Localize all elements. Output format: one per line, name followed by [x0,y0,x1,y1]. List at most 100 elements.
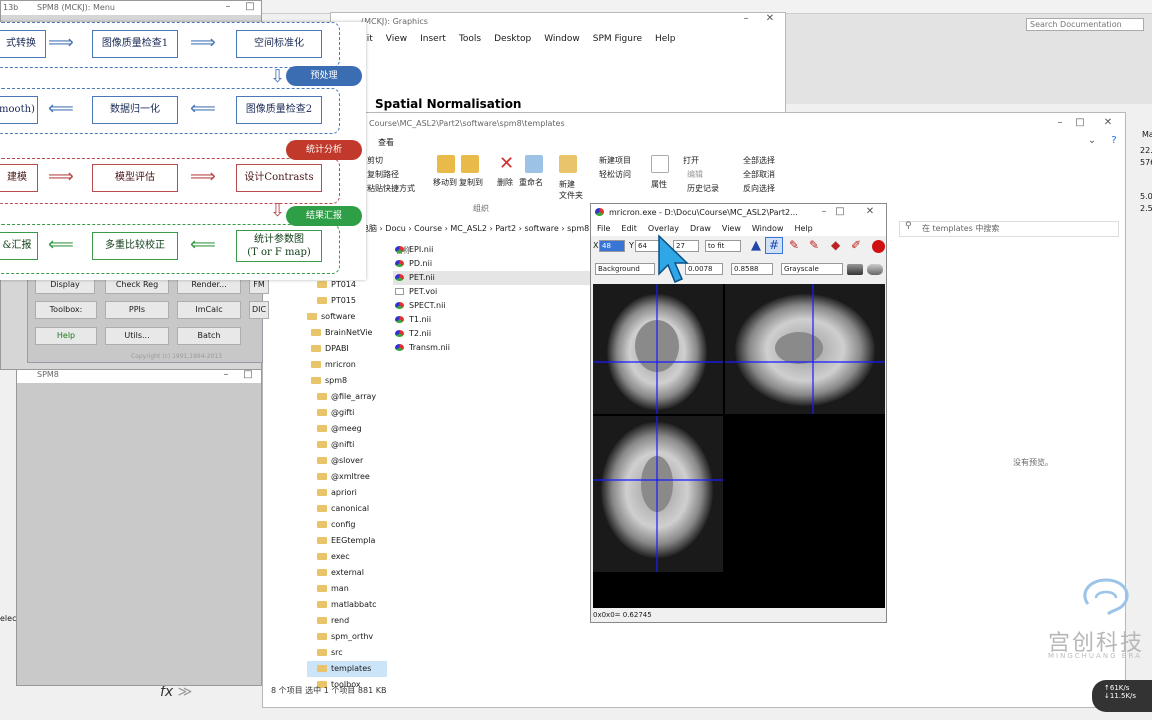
menu-tools[interactable]: Tools [459,31,481,47]
zoom-select[interactable]: to fit [705,240,741,252]
breadcrumb[interactable]: Part2 [495,224,516,233]
menu-window[interactable]: Window [544,31,580,47]
maximize-icon[interactable]: □ [829,206,851,217]
pen-tool-icon[interactable]: ✎ [809,238,819,252]
tree-item[interactable]: spm8 [307,373,387,389]
list-item[interactable]: T1.nii [393,313,593,327]
toolbox-select[interactable]: Toolbox: [35,301,97,319]
easy-access-button[interactable]: 轻松访问 [599,169,631,180]
select-all-button[interactable]: 全部选择 [743,155,775,166]
tree-item[interactable]: rend [307,613,387,629]
copy-path-button[interactable]: 复制路径 [367,169,399,180]
tree-item[interactable]: @slover [307,453,387,469]
menu-window[interactable]: Window [752,222,784,236]
triangle-icon[interactable]: ▲ [751,238,761,253]
tree-item[interactable]: mricron [307,357,387,373]
open-button[interactable]: 打开 [683,155,699,166]
breadcrumb[interactable]: Docu [385,224,406,233]
breadcrumb[interactable]: software [524,224,558,233]
breadcrumb[interactable]: Course [414,224,442,233]
layer-select[interactable]: Background [595,263,655,275]
copy-to-button[interactable]: 复制到 [459,177,483,188]
tree-item[interactable]: apriori [307,485,387,501]
batch-button[interactable]: Batch [177,327,241,345]
menu-desktop[interactable]: Desktop [494,31,531,47]
imcalc-button[interactable]: ImCalc [177,301,241,319]
properties-button[interactable]: 属性 [651,179,667,190]
tree-item[interactable]: PT015 [307,293,387,309]
list-item[interactable]: SPECT.nii [393,299,593,313]
move-to-button[interactable]: 移动到 [433,177,457,188]
rename-button[interactable]: 重命名 [519,177,543,188]
edit-button[interactable]: 编辑 [687,169,703,180]
list-item[interactable]: PET.voi [393,285,593,299]
menu-view[interactable]: View [386,31,407,47]
menu-help[interactable]: Help [794,222,812,236]
tree-item[interactable]: exec [307,549,387,565]
mri-orthogonal-viewer[interactable] [593,284,885,608]
close-icon[interactable]: ✕ [1097,117,1119,128]
tree-item[interactable]: config [307,517,387,533]
list-item[interactable]: Transm.nii [393,341,593,355]
select-none-button[interactable]: 全部取消 [743,169,775,180]
tree-item[interactable]: @nifti [307,437,387,453]
minimize-icon[interactable]: – [215,369,237,380]
paste-shortcut-button[interactable]: 粘贴快捷方式 [367,183,415,194]
tree-item[interactable]: @gifti [307,405,387,421]
menu-file[interactable]: File [597,222,610,236]
breadcrumb[interactable]: MC_ASL2 [450,224,487,233]
dicom-button[interactable]: DIC [249,301,269,319]
ppis-button[interactable]: PPIs [105,301,169,319]
menu-spm-figure[interactable]: SPM Figure [593,31,642,47]
help-icon[interactable]: ? [1103,135,1125,146]
3d-icon[interactable] [872,240,885,253]
command-fx-icon[interactable]: fx ≫ [160,684,192,700]
crosshair-icon[interactable]: # [765,237,783,254]
tree-item[interactable]: @meeg [307,421,387,437]
tree-item[interactable]: matlabbatc [307,597,387,613]
matlab-search-input[interactable]: Search Documentation [1026,18,1144,31]
new-item-button[interactable]: 新建项目 [599,155,631,166]
close-icon[interactable]: ✕ [759,13,781,24]
minimize-icon[interactable]: – [217,1,239,12]
maximize-icon[interactable]: □ [1069,117,1091,128]
menu-help[interactable]: Help [655,31,676,47]
explorer-search-input[interactable]: 在 templates 中搜索 [899,221,1119,237]
list-item[interactable]: T2.nii [393,327,593,341]
list-item[interactable]: EPI.nii [393,243,593,257]
menu-edit[interactable]: Edit [621,222,637,236]
tree-item[interactable]: BrainNetVie [307,325,387,341]
tree-item[interactable]: man [307,581,387,597]
tree-item[interactable]: EEGtempla [307,533,387,549]
cut-button[interactable]: 剪切 [367,155,383,166]
colorbar-icon[interactable] [847,264,863,275]
list-item[interactable]: PD.nii [393,257,593,271]
help-button[interactable]: Help [35,327,97,345]
transparency-icon[interactable] [867,264,883,275]
lut-select[interactable]: Grayscale [781,263,843,275]
breadcrumb[interactable]: spm8 [567,224,589,233]
tree-item[interactable]: @xmltree [307,469,387,485]
list-item-selected[interactable]: PET.nii [393,271,593,285]
tree-item[interactable]: @file_array [307,389,387,405]
history-button[interactable]: 历史记录 [687,183,719,194]
tree-item[interactable]: spm_orthv [307,629,387,645]
tree-item[interactable]: software [307,309,387,325]
x-coordinate-input[interactable]: 48 [599,240,625,252]
ribbon-tab-view[interactable]: 查看 [378,137,394,148]
tree-item[interactable]: DPABI [307,341,387,357]
maximize-icon[interactable]: □ [237,369,259,380]
max-intensity-input[interactable]: 0.8588 [731,263,773,275]
close-icon[interactable]: ✕ [859,206,881,217]
utils-select[interactable]: Utils... [105,327,169,345]
pen-tool-icon[interactable]: ✎ [789,238,799,252]
chevron-down-icon[interactable]: ⌄ [1081,135,1103,146]
tree-item-selected[interactable]: templates [307,661,387,677]
new-folder-button[interactable]: 新建 文件夹 [559,179,583,201]
eraser-icon[interactable]: ✐ [851,238,861,252]
invert-selection-button[interactable]: 反向选择 [743,183,775,194]
delete-button[interactable]: 删除 [497,177,513,188]
tree-item[interactable]: canonical [307,501,387,517]
menu-view[interactable]: View [722,222,741,236]
tree-item[interactable]: src [307,645,387,661]
